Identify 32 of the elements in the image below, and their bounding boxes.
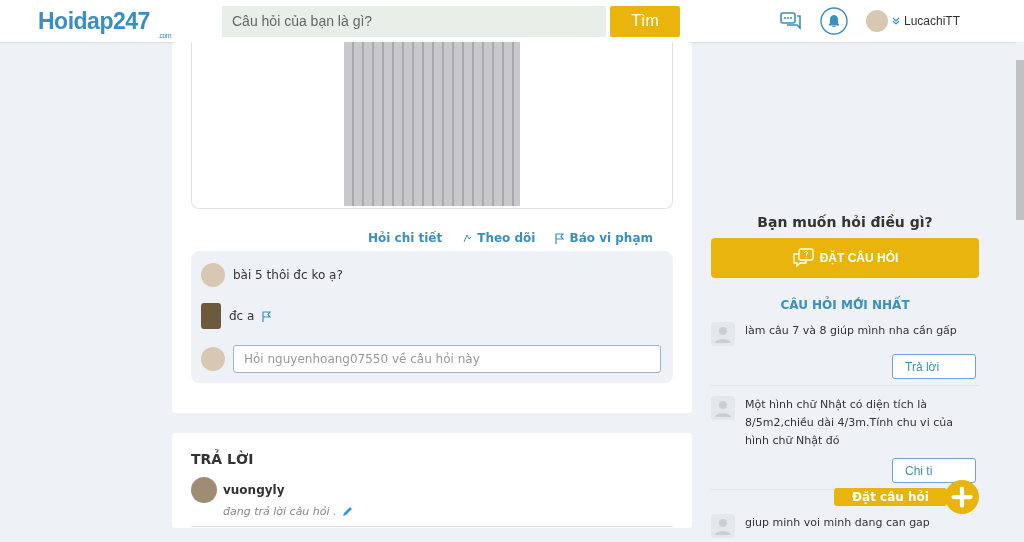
- notification-bell-icon[interactable]: [820, 7, 848, 35]
- pencil-icon: [340, 505, 353, 518]
- plus-icon: [944, 480, 979, 514]
- ask-prompt: Bạn muốn hỏi điều gì?: [756, 214, 934, 230]
- default-avatar-icon: [711, 514, 735, 538]
- flag-icon: [555, 232, 566, 244]
- user-avatar: [201, 347, 225, 371]
- default-avatar-icon: [711, 396, 735, 420]
- comment-text: bài 5 thôi đc ko ạ?: [233, 268, 343, 282]
- comment-field[interactable]: Hỏi nguyenhoang07550 về câu hỏi này: [233, 345, 661, 373]
- answering-status: đang trả lời câu hỏi .: [223, 505, 337, 518]
- question-text[interactable]: Một hình chữ Nhật có diện tích là 8/5m2,chiều dài 4/3m.Tính chu vi của hình chữ Nhật đó: [745, 396, 979, 450]
- question-action-link[interactable]: Theo dõi: [462, 231, 536, 245]
- default-avatar-icon: [711, 322, 735, 346]
- question-text[interactable]: làm câu 7 và 8 giúp mình nha cần gấp: [745, 322, 957, 340]
- comment-text: đc a: [229, 309, 255, 323]
- user-avatar: [191, 477, 217, 503]
- search-field[interactable]: Câu hỏi của bạn là gì?: [222, 5, 606, 37]
- username[interactable]: LucachiTT: [904, 14, 961, 28]
- chat-icon[interactable]: [780, 11, 802, 31]
- question-button[interactable]: Chi ti: [892, 458, 976, 483]
- chevron-icon[interactable]: [892, 17, 900, 25]
- avatar-photo: [201, 303, 221, 329]
- user-avatar: [201, 263, 225, 287]
- flag-icon[interactable]: [262, 310, 273, 322]
- question-action-link[interactable]: Hỏi chi tiết: [368, 231, 443, 245]
- question-action-link[interactable]: Báo vi phạm: [555, 231, 653, 245]
- answers-heading: TRẢ LỜI: [191, 451, 255, 467]
- question-button[interactable]: Trả lời: [892, 354, 976, 379]
- question-text[interactable]: giup minh voi minh dang can gap: [745, 514, 930, 532]
- question-bubble-icon: [791, 248, 814, 268]
- answerer-name[interactable]: vuongyly: [223, 483, 285, 497]
